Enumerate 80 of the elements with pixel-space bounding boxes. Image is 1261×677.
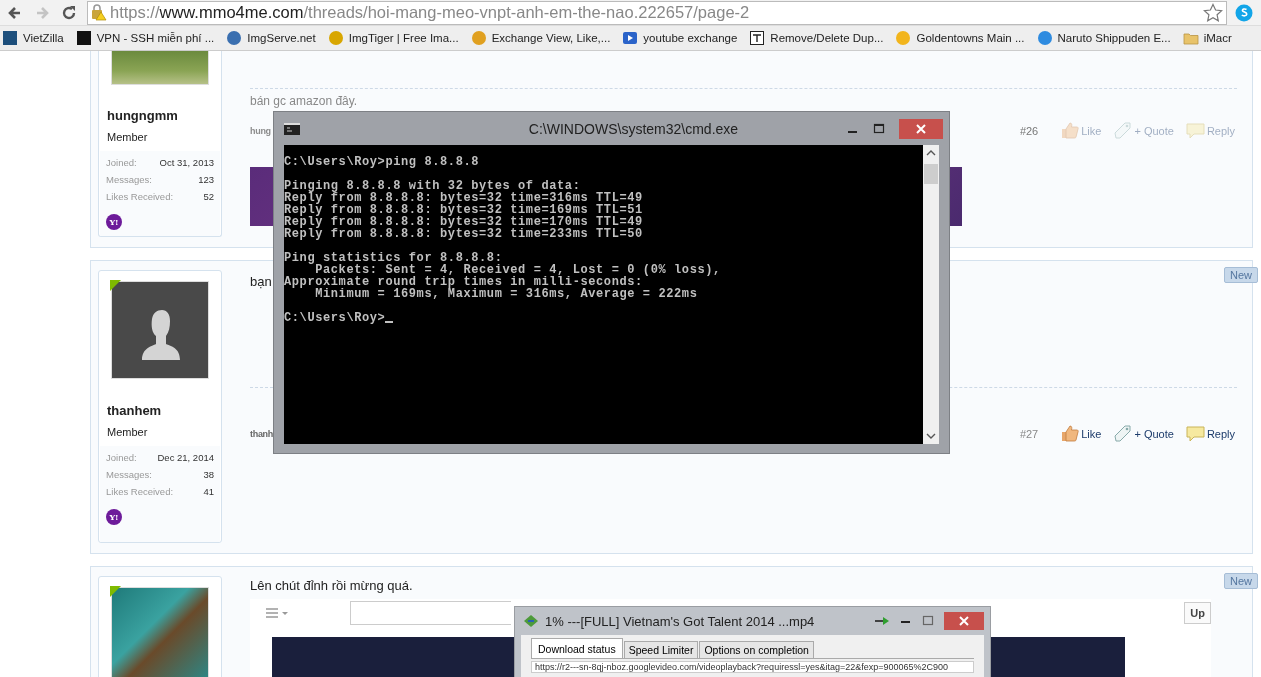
arrow-icon[interactable] [874,616,890,626]
thumbs-up-icon [1060,121,1080,140]
console-line: Ping statistics for 8.8.8.8: [284,251,503,265]
stat-value: Oct 31, 2013 [159,157,214,170]
console-line: Reply from 8.8.8.8: bytes=32 time=170ms TTL=49 [284,215,643,229]
bookmark-link[interactable]: VPN - SSH miễn phí ... [75,30,215,46]
maximize-icon[interactable] [922,615,934,627]
post-message: bạn [250,274,272,289]
user-title: Member [107,131,149,143]
bookmark-link[interactable]: youtube exchange [622,30,738,46]
window-title: 1% ---[FULL] Vietnam's Got Talent 2014 ...mp4 [545,613,816,629]
stat-label: Messages: [106,469,152,482]
username-link[interactable]: hungngmm [107,108,221,123]
thumbs-up-icon [1060,424,1080,443]
url-text: https://r2---sn-8qj-nboz.googlevideo.com/videoplayback?requiressl=yes&itag=22&fexp=900065%2C900 [531,661,974,673]
bookmark-link[interactable]: ImgTiger | Free Ima... [327,30,459,46]
post-message: Lên chút đỉnh rồi mừng quá. [250,578,413,593]
window-title: C:\WINDOWS\system32\cmd.exe [527,120,740,137]
chat-bubble-icon[interactable] [1235,3,1253,22]
user-title: Member [107,426,149,438]
stat-value: 123 [198,174,214,187]
bookmark-link[interactable]: VietZilla [2,30,64,46]
url-text: https://www.mmo4me.com/threads/hoi-mang-meo-vnpt-anh-em-the-nao.222657/page-2 [110,3,750,22]
stat-value: 52 [203,191,214,204]
stat-label: Likes Received: [106,191,174,204]
messenger-badge[interactable]: Y! [106,214,122,230]
author-link[interactable]: thanh [250,428,273,439]
new-badge: New [1224,267,1258,283]
download-app-icon [523,614,539,628]
post-number-link[interactable]: #27 [1019,427,1039,440]
console-line: Packets: Sent = 4, Received = 4, Lost = 0 (0% loss), [315,263,721,277]
tab[interactable]: Speed Limiter [623,641,699,658]
stat-value: Dec 21, 2014 [157,452,214,465]
bookmark-link[interactable]: Remove/Delete Dup... [749,30,884,46]
console-line: Approximate round trip times in milli-seconds: [284,275,643,289]
signature-text: bán gc amazon đây. [250,94,359,108]
avatar-silhouette[interactable] [112,282,208,378]
tab[interactable]: Download status [531,638,623,658]
star-icon[interactable] [1203,2,1223,23]
stat-value: 41 [203,486,214,499]
tag-icon [1113,424,1133,443]
console-line: Reply from 8.8.8.8: bytes=32 time=316ms TTL=49 [284,191,643,205]
close-icon[interactable] [899,118,943,139]
avatar-image[interactable] [112,588,208,677]
console-line: C:\Users\Roy>ping 8.8.8.8 [284,155,480,169]
stat-label: Messages: [106,174,152,187]
lock-warning-icon [91,4,107,21]
post-action-link[interactable]: + Quote [1113,424,1174,443]
username-link[interactable]: thanhem [107,403,221,418]
reload-icon[interactable] [60,3,78,22]
maximize-icon[interactable] [873,122,885,135]
post-number-link[interactable]: #26 [1019,124,1039,137]
bookmark-link[interactable]: Naruto Shippuden E... [1036,30,1171,46]
speech-bubble-icon [1185,424,1205,443]
close-icon[interactable] [944,612,984,630]
stat-label: Joined: [106,452,137,465]
upload-button[interactable]: Up [1184,602,1211,624]
post-action-link[interactable]: Reply [1185,424,1235,443]
speech-bubble-icon [1185,121,1205,140]
bookmark-link[interactable]: Goldentowns Main ... [895,30,1025,46]
tab[interactable]: Options on completion [699,641,814,658]
address-bar[interactable]: https://www.mmo4me.com/threads/hoi-mang-meo-vnpt-anh-em-the-nao.222657/page-2 [87,0,1227,25]
tag-icon [1113,121,1133,140]
console-line: Reply from 8.8.8.8: bytes=32 time=169ms TTL=51 [284,203,643,217]
messenger-badge[interactable]: Y! [106,509,122,525]
bookmark-link[interactable]: Exchange View, Like,... [470,30,611,46]
stat-label: Likes Received: [106,486,174,499]
scrollbar[interactable] [923,145,939,444]
console-icon [284,122,300,135]
bookmark-link[interactable]: iMacr [1182,30,1232,46]
console-line: Reply from 8.8.8.8: bytes=32 time=233ms TTL=50 [284,227,643,241]
new-badge: New [1224,573,1258,589]
console-line: Minimum = 169ms, Maximum = 316ms, Average = 222ms [315,287,698,301]
bookmark-link[interactable]: ImgServe.net [226,30,316,46]
post-action-link[interactable]: Like [1060,424,1102,443]
stat-label: Joined: [106,157,137,170]
console-line: Pinging 8.8.8.8 with 32 bytes of data: [284,179,581,193]
console-line: C:\Users\Roy> [284,311,386,325]
search-field[interactable] [350,601,511,625]
stat-value: 38 [203,469,214,482]
